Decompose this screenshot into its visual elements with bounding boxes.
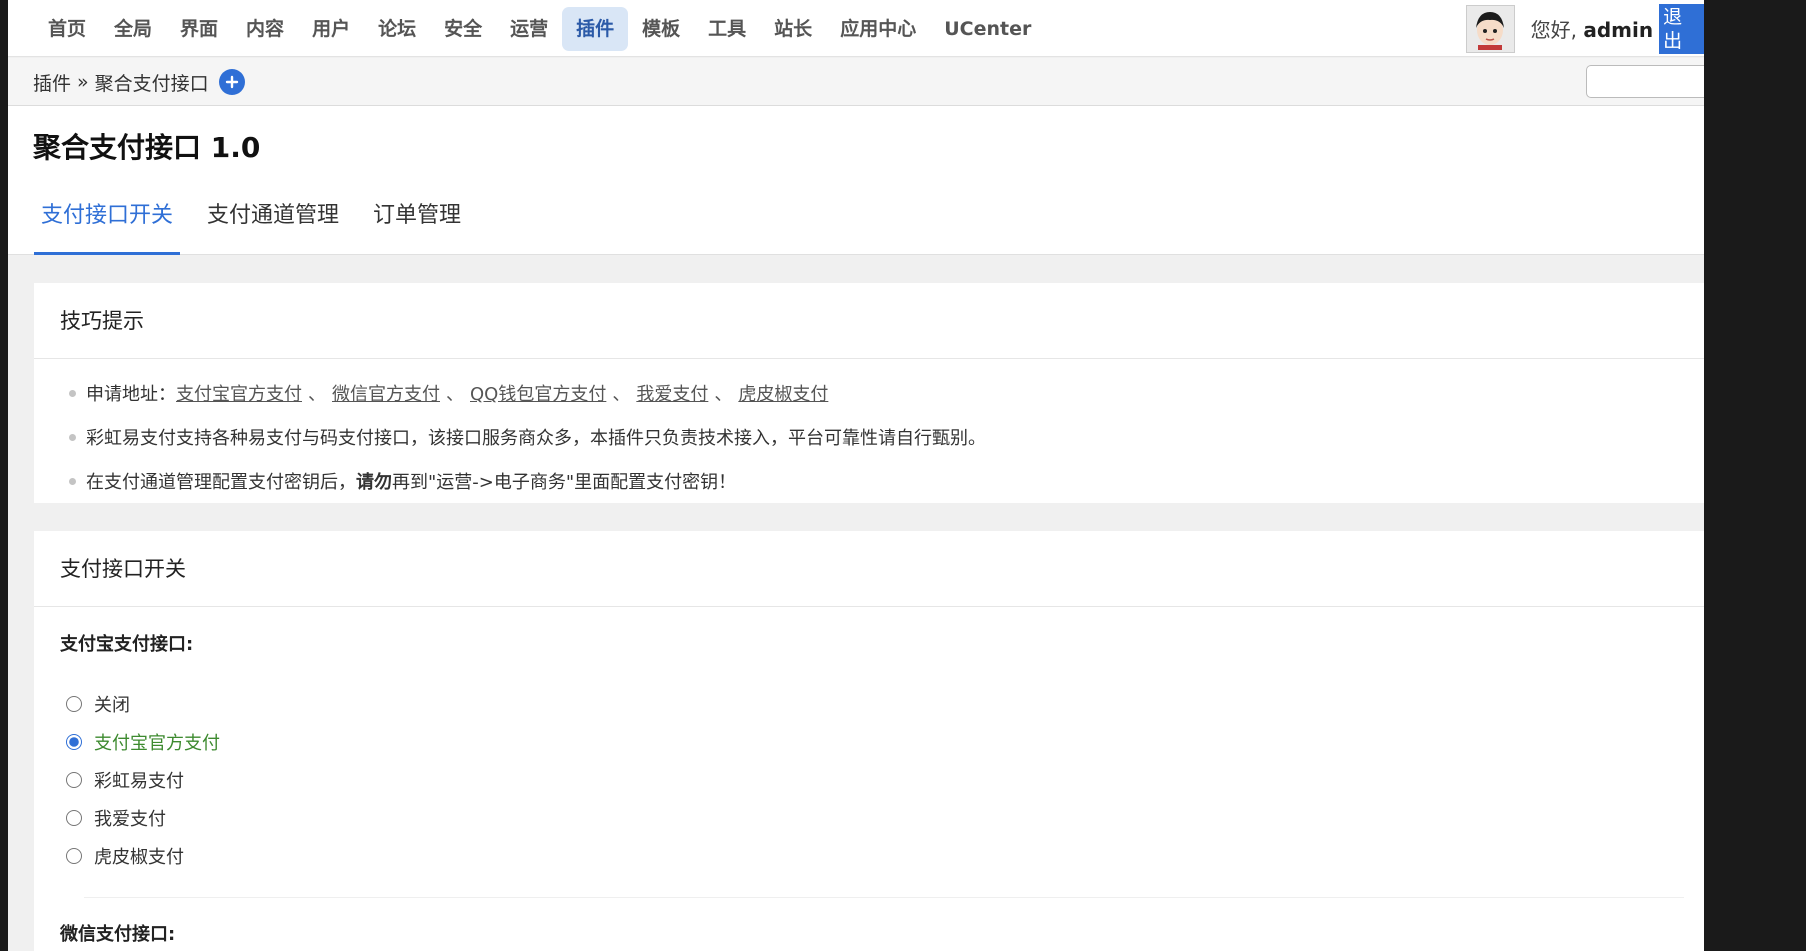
greeting-prefix: 您好, [1530, 18, 1584, 42]
nav-item-tools[interactable]: 工具 [694, 7, 760, 51]
nav-item-content[interactable]: 内容 [232, 7, 298, 51]
nav-item-app-center[interactable]: 应用中心 [826, 7, 930, 51]
nav-item-operations[interactable]: 运营 [496, 7, 562, 51]
link-hupijiao-pay[interactable]: 虎皮椒支付 [738, 384, 828, 405]
search-input[interactable] [1586, 65, 1704, 98]
nav-item-users[interactable]: 用户 [298, 7, 364, 51]
tip-key-config-bold: 请勿 [356, 472, 392, 493]
plus-icon [225, 75, 238, 89]
right-window-edge [1704, 0, 1806, 951]
avatar[interactable] [1466, 4, 1515, 53]
alipay-radio-rainbow[interactable] [66, 772, 82, 788]
alipay-radio-official[interactable] [66, 734, 82, 750]
username: admin [1583, 18, 1654, 42]
alipay-option-rainbow[interactable]: 彩虹易支付 [66, 761, 1704, 799]
nav-item-plugins[interactable]: 插件 [562, 6, 629, 51]
nav-item-webmaster[interactable]: 站长 [760, 7, 826, 51]
alipay-option-label: 虎皮椒支付 [94, 847, 184, 868]
nav-item-templates[interactable]: 模板 [628, 7, 694, 51]
payment-switch-heading: 支付接口开关 [34, 531, 1704, 607]
link-woai-pay[interactable]: 我爱支付 [636, 384, 708, 405]
nav-item-home[interactable]: 首页 [34, 7, 100, 51]
left-window-edge [0, 0, 8, 951]
tab-bar: 支付接口开关 支付通道管理 订单管理 [34, 194, 488, 255]
tip-key-config-before: 在支付通道管理配置支付密钥后， [86, 472, 356, 493]
alipay-radio-hupijiao[interactable] [66, 848, 82, 864]
tip-key-config: 在支付通道管理配置支付密钥后，请勿再到"运营->电子商务"里面配置支付密钥！ [69, 461, 1704, 505]
link-separator: 、 [714, 384, 733, 405]
alipay-option-woai[interactable]: 我爱支付 [66, 799, 1704, 837]
alipay-option-hupijiao[interactable]: 虎皮椒支付 [66, 837, 1704, 875]
breadcrumb: 插件 » 聚合支付接口 [33, 58, 245, 106]
payment-switch-panel: 支付接口开关 支付宝支付接口: 关闭 支付宝官方支付 彩虹易支付 我爱支付 虎皮… [34, 531, 1704, 951]
tips-panel: 技巧提示 申请地址：支付宝官方支付、微信官方支付、 QQ钱包官方支付、我爱支付、虎… [34, 283, 1704, 503]
tip-apply-links: 申请地址：支付宝官方支付、微信官方支付、 QQ钱包官方支付、我爱支付、虎皮椒支付 [69, 373, 1704, 417]
alipay-interface-label: 支付宝支付接口: [60, 634, 194, 655]
apply-prefix: 申请地址： [86, 384, 176, 405]
user-area: 您好, admin 退出 [1466, 0, 1704, 57]
nav-item-forum[interactable]: 论坛 [364, 7, 430, 51]
link-separator: 、 [308, 384, 326, 405]
link-wechat-official[interactable]: 微信官方支付 [332, 384, 440, 405]
tip-rainbow-pay: 彩虹易支付支持各种易支付与码支付接口，该接口服务商众多，本插件只负责技术接入，平… [69, 417, 1704, 461]
field-divider [84, 897, 1684, 898]
add-shortcut-button[interactable] [218, 69, 245, 95]
tip-key-config-after: 再到"运营->电子商务"里面配置支付密钥！ [392, 472, 737, 493]
alipay-option-label: 支付宝官方支付 [94, 733, 220, 754]
alipay-option-label: 关闭 [94, 695, 130, 716]
nav-item-security[interactable]: 安全 [430, 7, 496, 51]
tab-channel-management[interactable]: 支付通道管理 [200, 194, 346, 255]
breadcrumb-parent[interactable]: 插件 [33, 69, 71, 96]
link-qq-wallet-official[interactable]: QQ钱包官方支付 [470, 384, 606, 405]
page-title: 聚合支付接口 1.0 [33, 131, 261, 164]
tips-heading: 技巧提示 [34, 283, 1704, 359]
breadcrumb-bar: 插件 » 聚合支付接口 [8, 58, 1704, 106]
admin-app: 首页 全局 界面 内容 用户 论坛 安全 运营 插件 模板 工具 站长 应用中心… [8, 0, 1704, 951]
nav-item-ucenter[interactable]: UCenter [930, 7, 1045, 51]
alipay-option-label: 我爱支付 [94, 809, 166, 830]
alipay-option-off[interactable]: 关闭 [66, 685, 1704, 723]
alipay-radio-off[interactable] [66, 696, 82, 712]
breadcrumb-separator: » [77, 71, 89, 93]
alipay-option-label: 彩虹易支付 [94, 771, 184, 792]
user-greeting: 您好, admin [1531, 14, 1653, 43]
logout-button[interactable]: 退出 [1659, 3, 1704, 54]
page-header: 聚合支付接口 1.0 支付接口开关 支付通道管理 订单管理 [8, 106, 1704, 255]
alipay-options: 关闭 支付宝官方支付 彩虹易支付 我爱支付 虎皮椒支付 [34, 685, 1704, 875]
wechat-interface-label: 微信支付接口: [60, 924, 176, 945]
link-separator: 、 [612, 384, 631, 405]
alipay-radio-woai[interactable] [66, 810, 82, 826]
link-alipay-official[interactable]: 支付宝官方支付 [176, 384, 302, 405]
nav-item-interface[interactable]: 界面 [166, 7, 232, 51]
tips-list: 申请地址：支付宝官方支付、微信官方支付、 QQ钱包官方支付、我爱支付、虎皮椒支付 … [34, 359, 1704, 505]
alipay-option-official[interactable]: 支付宝官方支付 [66, 723, 1704, 761]
top-navbar: 首页 全局 界面 内容 用户 论坛 安全 运营 插件 模板 工具 站长 应用中心… [8, 0, 1704, 57]
main-nav: 首页 全局 界面 内容 用户 论坛 安全 运营 插件 模板 工具 站长 应用中心… [34, 0, 1045, 57]
link-separator: 、 [446, 384, 464, 405]
breadcrumb-current: 聚合支付接口 [94, 72, 209, 95]
avatar-face-icon [1476, 11, 1505, 50]
tab-order-management[interactable]: 订单管理 [366, 194, 468, 255]
nav-item-global[interactable]: 全局 [100, 7, 166, 51]
tab-payment-switch[interactable]: 支付接口开关 [34, 194, 181, 255]
